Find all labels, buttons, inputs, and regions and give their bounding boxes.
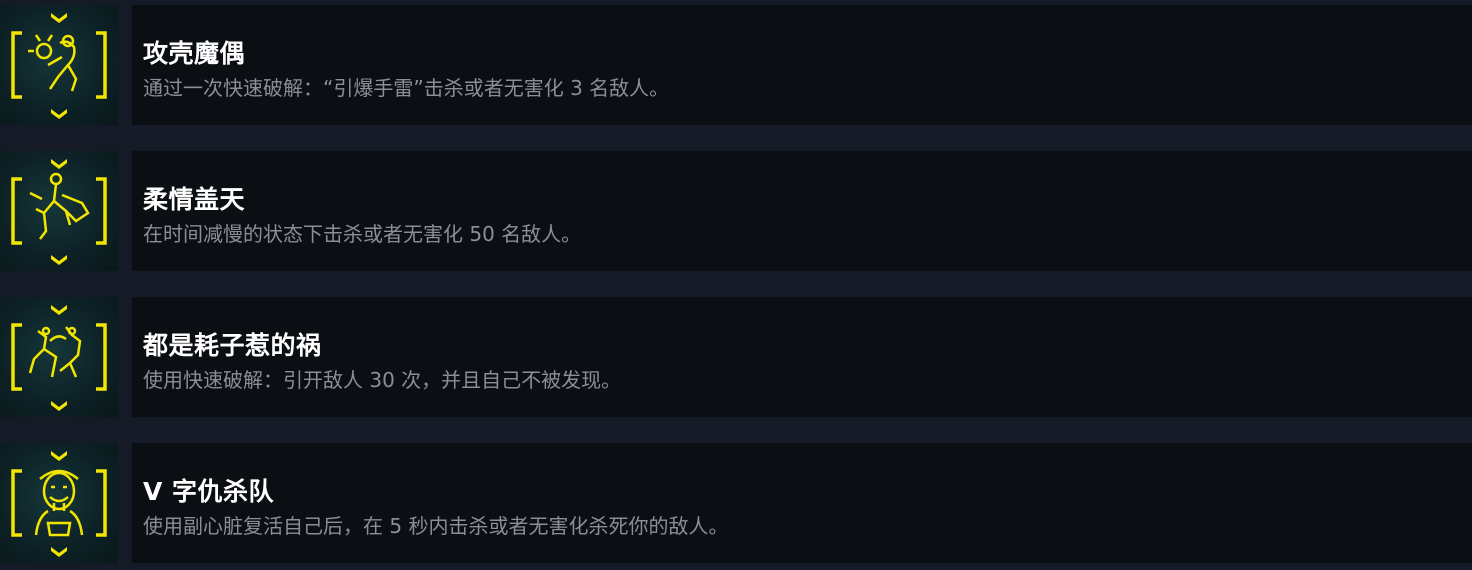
masked-man-icon xyxy=(0,443,118,563)
achievement-content: V 字仇杀队 使用副心脏复活自己后，在 5 秒内击杀或者无害化杀死你的敌人。 xyxy=(132,443,1472,563)
achievement-content: 柔情盖天 在时间减慢的状态下击杀或者无害化 50 名敌人。 xyxy=(132,151,1472,271)
achievement-row[interactable]: 攻壳魔偶 通过一次快速破解：“引爆手雷”击杀或者无害化 3 名敌人。 xyxy=(0,5,1472,125)
rats-icon xyxy=(0,297,118,417)
achievement-title: V 字仇杀队 xyxy=(143,477,275,506)
achievement-content: 攻壳魔偶 通过一次快速破解：“引爆手雷”击杀或者无害化 3 名敌人。 xyxy=(132,5,1472,125)
achievement-row[interactable]: 柔情盖天 在时间减慢的状态下击杀或者无害化 50 名敌人。 xyxy=(0,151,1472,271)
achievement-title: 柔情盖天 xyxy=(143,185,246,214)
leaping-fighter-icon xyxy=(0,151,118,271)
achievement-list: 攻壳魔偶 通过一次快速破解：“引爆手雷”击杀或者无害化 3 名敌人。 柔情盖天 … xyxy=(0,0,1472,570)
achievement-row[interactable]: V 字仇杀队 使用副心脏复活自己后，在 5 秒内击杀或者无害化杀死你的敌人。 xyxy=(0,443,1472,563)
achievement-description: 使用快速破解：引开敌人 30 次，并且自己不被发现。 xyxy=(143,368,622,392)
achievement-content: 都是耗子惹的祸 使用快速破解：引开敌人 30 次，并且自己不被发现。 xyxy=(132,297,1472,417)
grenade-puppet-icon xyxy=(0,5,118,125)
achievement-title: 都是耗子惹的祸 xyxy=(143,331,322,360)
achievement-description: 使用副心脏复活自己后，在 5 秒内击杀或者无害化杀死你的敌人。 xyxy=(143,514,729,538)
achievement-row[interactable]: 都是耗子惹的祸 使用快速破解：引开敌人 30 次，并且自己不被发现。 xyxy=(0,297,1472,417)
achievement-description: 通过一次快速破解：“引爆手雷”击杀或者无害化 3 名敌人。 xyxy=(143,76,670,100)
achievement-description: 在时间减慢的状态下击杀或者无害化 50 名敌人。 xyxy=(143,222,582,246)
achievement-title: 攻壳魔偶 xyxy=(143,39,246,68)
